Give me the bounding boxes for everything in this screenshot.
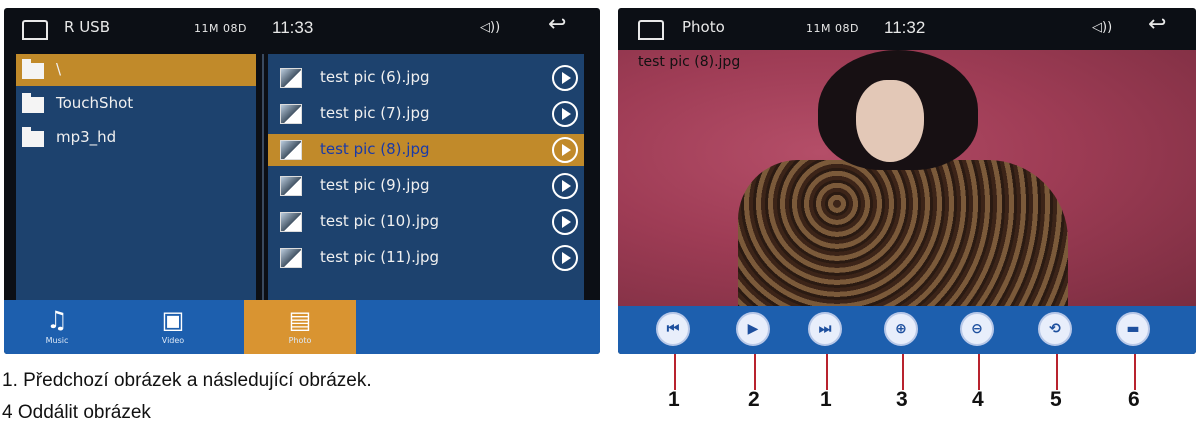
photo-filename: test pic (8).jpg: [638, 54, 741, 70]
image-file-icon: [280, 212, 302, 232]
folder-item[interactable]: \: [16, 54, 256, 86]
play-icon[interactable]: [552, 101, 578, 127]
photo-image[interactable]: [618, 50, 1196, 306]
folder-list: \ TouchShot mp3_hd: [16, 54, 256, 300]
folder-icon[interactable]: ▬: [1116, 312, 1150, 346]
panel-divider: [262, 54, 264, 300]
play-icon[interactable]: [552, 173, 578, 199]
callout-number: 3: [896, 388, 908, 411]
callout-line: [826, 354, 828, 390]
callout-line: [1056, 354, 1058, 390]
source-title: R USB: [64, 18, 110, 36]
callout-number: 4: [972, 388, 984, 411]
status-bar: Photo 11M 08D 11:32 ◁)) ↩: [618, 8, 1196, 50]
next-icon[interactable]: ⏭: [808, 312, 842, 346]
image-file-icon: [280, 176, 302, 196]
tab-video[interactable]: ▣ Video: [128, 300, 218, 354]
previous-icon[interactable]: ⏮: [656, 312, 690, 346]
file-item[interactable]: test pic (10).jpg: [268, 206, 584, 238]
callout-number: 1: [668, 388, 680, 411]
speaker-icon[interactable]: ◁)): [1092, 20, 1112, 35]
back-arrow-icon[interactable]: ↩: [548, 12, 566, 37]
callout-line: [674, 354, 676, 390]
file-label: test pic (9).jpg: [320, 176, 430, 194]
rotate-icon[interactable]: ⟲: [1038, 312, 1072, 346]
tab-label: Music: [45, 336, 69, 345]
callout-line: [978, 354, 980, 390]
tab-label: Video: [161, 336, 185, 345]
photo-figure-body: [738, 160, 1068, 306]
home-icon[interactable]: [638, 20, 664, 40]
file-item[interactable]: test pic (7).jpg: [268, 98, 584, 130]
file-item[interactable]: test pic (9).jpg: [268, 170, 584, 202]
file-label: test pic (7).jpg: [320, 104, 430, 122]
image-file-icon: [280, 248, 302, 268]
callout-line: [754, 354, 756, 390]
folder-label: mp3_hd: [56, 128, 117, 146]
folder-icon: [22, 127, 44, 147]
folder-label: TouchShot: [56, 94, 134, 112]
photo-control-bar: ⏮ ▶ ⏭ ⊕ ⊖ ⟲ ▬: [618, 306, 1196, 354]
play-icon[interactable]: [552, 137, 578, 163]
music-icon: ♫: [46, 306, 68, 334]
file-label: test pic (11).jpg: [320, 248, 440, 266]
callout-number: 6: [1128, 388, 1140, 411]
file-label: test pic (10).jpg: [320, 212, 440, 230]
clock: 11:33: [272, 18, 314, 37]
folder-icon: [22, 59, 44, 79]
play-icon[interactable]: [552, 65, 578, 91]
caption-line-1: 1. Předchozí obrázek a následující obráz…: [2, 370, 372, 391]
video-icon: ▣: [161, 306, 185, 334]
folder-icon: [22, 93, 44, 113]
callout-number: 2: [748, 388, 760, 411]
photo-icon: ▤: [288, 306, 312, 334]
status-bar: R USB 11M 08D 11:33 ◁)) ↩: [4, 8, 600, 50]
tab-music[interactable]: ♫ Music: [12, 300, 102, 354]
file-label: test pic (8).jpg: [320, 140, 430, 158]
callout-number: 1: [820, 388, 832, 411]
image-file-icon: [280, 68, 302, 88]
speaker-icon[interactable]: ◁)): [480, 20, 500, 35]
date-info: 11M 08D: [806, 22, 859, 35]
zoom-out-icon[interactable]: ⊖: [960, 312, 994, 346]
caption-line-2: 4 Oddálit obrázek: [2, 402, 151, 423]
file-browser-screen: R USB 11M 08D 11:33 ◁)) ↩ \ TouchShot mp…: [4, 8, 600, 354]
file-item[interactable]: test pic (6).jpg: [268, 62, 584, 94]
file-item[interactable]: test pic (11).jpg: [268, 242, 584, 274]
file-item[interactable]: test pic (8).jpg: [268, 134, 584, 166]
back-arrow-icon[interactable]: ↩: [1148, 12, 1166, 37]
photo-viewer-screen: Photo 11M 08D 11:32 ◁)) ↩ test pic (8).j…: [618, 8, 1196, 354]
file-list: test pic (6).jpg test pic (7).jpg test p…: [268, 54, 584, 300]
play-icon[interactable]: [552, 245, 578, 271]
file-label: test pic (6).jpg: [320, 68, 430, 86]
callout-line: [902, 354, 904, 390]
tab-label: Photo: [288, 336, 312, 345]
callout-number: 5: [1050, 388, 1062, 411]
clock: 11:32: [884, 18, 926, 37]
media-tab-bar: ♫ Music ▣ Video ▤ Photo: [4, 300, 600, 354]
folder-item[interactable]: mp3_hd: [16, 122, 256, 154]
play-icon[interactable]: [552, 209, 578, 235]
image-file-icon: [280, 104, 302, 124]
home-icon[interactable]: [22, 20, 48, 40]
folder-item[interactable]: TouchShot: [16, 88, 256, 120]
callout-line: [1134, 354, 1136, 390]
zoom-in-icon[interactable]: ⊕: [884, 312, 918, 346]
date-info: 11M 08D: [194, 22, 247, 35]
tab-photo[interactable]: ▤ Photo: [244, 300, 356, 354]
source-title: Photo: [682, 18, 725, 36]
play-icon[interactable]: ▶: [736, 312, 770, 346]
image-file-icon: [280, 140, 302, 160]
folder-label: \: [56, 60, 62, 78]
photo-figure-face: [856, 80, 924, 162]
